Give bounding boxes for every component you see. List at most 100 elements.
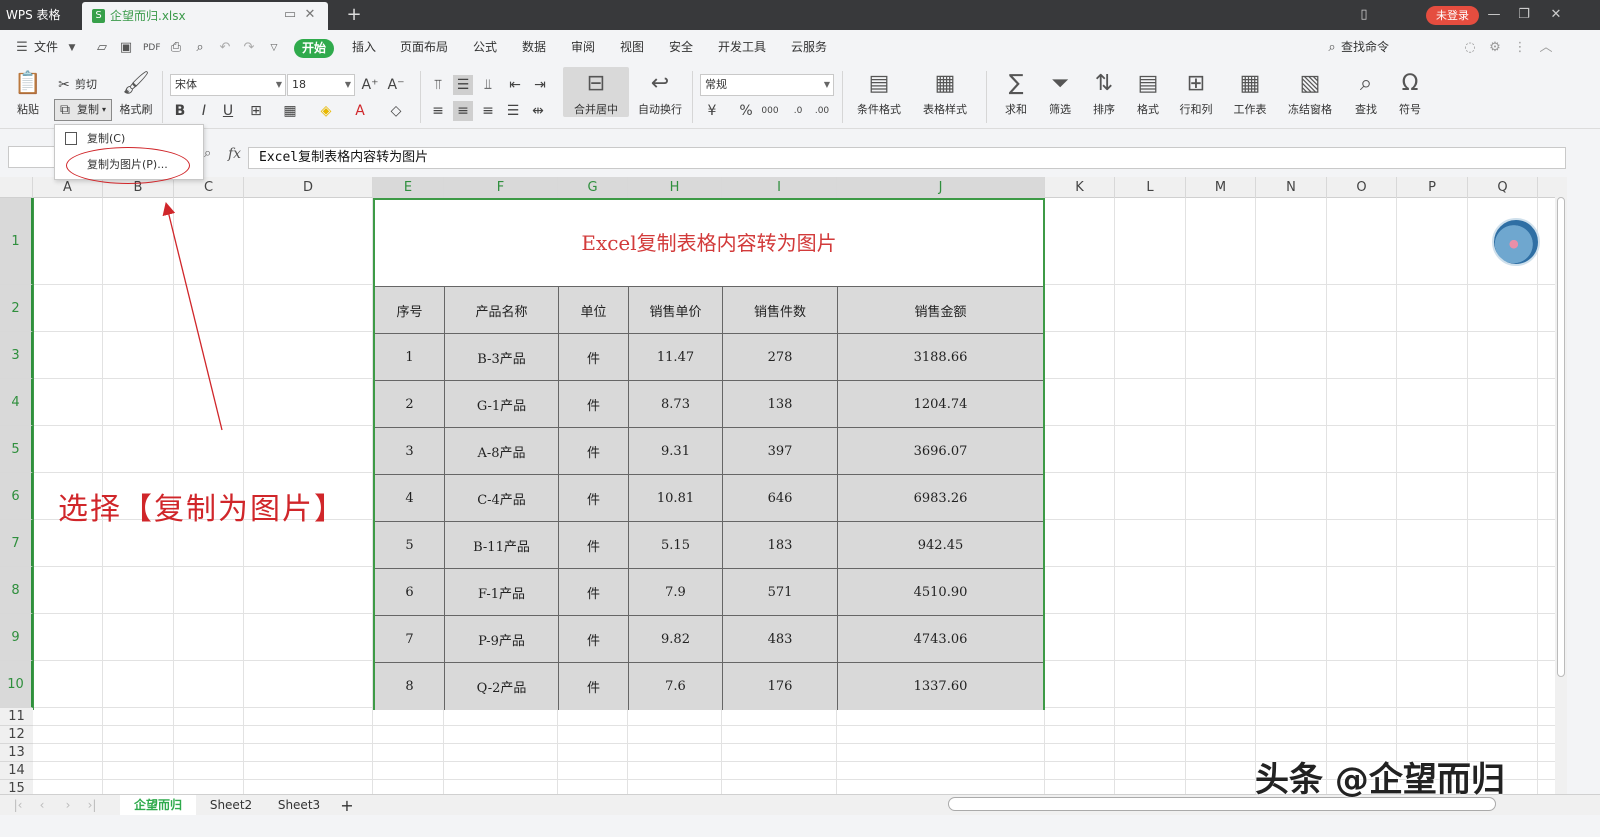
table-cell[interactable]: 件 xyxy=(559,663,629,710)
row-header-3[interactable]: 3 xyxy=(0,332,33,379)
table-cell[interactable]: A-8产品 xyxy=(445,428,559,475)
row-header-6[interactable]: 6 xyxy=(0,473,33,520)
row-header-1[interactable]: 1 xyxy=(0,198,33,285)
freeze-panes-button[interactable]: ▧ 冻结窗格 xyxy=(1280,67,1340,117)
font-color-icon[interactable]: A xyxy=(350,101,370,121)
table-cell[interactable]: 11.47 xyxy=(629,334,723,381)
row-column-button[interactable]: ⊞ 行和列 xyxy=(1172,67,1220,117)
column-header-p[interactable]: P xyxy=(1397,177,1468,198)
table-cell[interactable]: 8.73 xyxy=(629,381,723,428)
table-cell[interactable]: 138 xyxy=(723,381,838,428)
conditional-format-button[interactable]: ▤ 条件格式 xyxy=(848,67,910,117)
close-window-icon[interactable]: ✕ xyxy=(1544,0,1568,30)
new-tab-icon[interactable]: + xyxy=(344,0,364,30)
table-cell[interactable]: 9.82 xyxy=(629,616,723,663)
indent-decrease-icon[interactable]: ⇤ xyxy=(505,75,525,95)
tab-view[interactable]: 视图 xyxy=(620,30,644,65)
app-name[interactable]: WPS 表格 xyxy=(0,0,82,30)
table-cell[interactable]: 3 xyxy=(375,428,445,475)
fill-color-icon[interactable]: ◈ xyxy=(316,101,336,121)
table-header-cell[interactable]: 销售金额 xyxy=(838,287,1043,334)
tablet-mode-icon[interactable]: ▯ xyxy=(1352,0,1376,30)
column-header-j[interactable]: J xyxy=(837,177,1045,198)
column-header-k[interactable]: K xyxy=(1045,177,1115,198)
select-all-corner[interactable] xyxy=(0,177,33,198)
customize-toolbar-icon[interactable]: ▽ xyxy=(266,40,282,56)
column-header-c[interactable]: C xyxy=(174,177,244,198)
table-cell[interactable]: 1 xyxy=(375,334,445,381)
table-cell[interactable]: 4 xyxy=(375,475,445,522)
table-cell[interactable]: 5.15 xyxy=(629,522,723,569)
prev-sheet-icon[interactable]: ‹ xyxy=(34,795,50,816)
table-header-cell[interactable]: 序号 xyxy=(375,287,445,334)
print-preview-icon[interactable]: ⌕ xyxy=(192,40,208,56)
wrap-text-button[interactable]: ↩ 自动换行 xyxy=(634,67,686,117)
table-cell[interactable]: 4510.90 xyxy=(838,569,1043,616)
print-icon[interactable]: ⎙ xyxy=(168,40,184,56)
thousands-icon[interactable]: 000 xyxy=(760,101,780,121)
bold-icon[interactable]: B xyxy=(170,101,190,121)
tab-insert[interactable]: 插入 xyxy=(352,30,376,65)
table-cell[interactable]: 1337.60 xyxy=(838,663,1043,710)
table-style-button[interactable]: ▦ 表格样式 xyxy=(914,67,976,117)
table-cell[interactable]: 7.6 xyxy=(629,663,723,710)
increase-decimal-icon[interactable]: .0 xyxy=(788,101,808,121)
search-command[interactable]: 查找命令 xyxy=(1341,30,1389,65)
increase-font-icon[interactable]: A⁺ xyxy=(360,75,380,95)
align-right-icon[interactable]: ≡ xyxy=(478,101,498,121)
eraser-icon[interactable]: ◇ xyxy=(386,101,406,121)
align-center-icon[interactable]: ≡ xyxy=(453,101,473,121)
table-cell[interactable]: 183 xyxy=(723,522,838,569)
row-header-9[interactable]: 9 xyxy=(0,614,33,661)
sheet-tab[interactable]: Sheet3 xyxy=(266,795,332,816)
table-header-cell[interactable]: 产品名称 xyxy=(445,287,559,334)
tab-review[interactable]: 审阅 xyxy=(571,30,595,65)
sum-button[interactable]: ∑ 求和 xyxy=(996,67,1036,117)
column-header-m[interactable]: M xyxy=(1186,177,1256,198)
border-icon[interactable]: ⊞ xyxy=(246,101,266,121)
last-sheet-icon[interactable]: ›| xyxy=(84,795,100,816)
column-header-l[interactable]: L xyxy=(1115,177,1186,198)
column-header-h[interactable]: H xyxy=(628,177,722,198)
tab-security[interactable]: 安全 xyxy=(669,30,693,65)
table-cell[interactable]: 9.31 xyxy=(629,428,723,475)
save-icon[interactable]: ▣ xyxy=(118,40,134,56)
row-header-14[interactable]: 14 xyxy=(0,762,33,780)
table-cell[interactable]: 397 xyxy=(723,428,838,475)
data-table[interactable]: Excel复制表格内容转为图片 序号 产品名称 单位 销售单价 销售件数 销售金额 1 B-3… xyxy=(373,198,1045,710)
table-cell[interactable]: 646 xyxy=(723,475,838,522)
row-header-8[interactable]: 8 xyxy=(0,567,33,614)
file-tab[interactable]: S 企望而归.xlsx ▭ ✕ xyxy=(82,2,328,30)
table-cell[interactable]: 件 xyxy=(559,475,629,522)
indent-increase-icon[interactable]: ⇥ xyxy=(530,75,550,95)
collapse-ribbon-icon[interactable]: ︿ xyxy=(1538,40,1554,56)
table-cell[interactable]: 件 xyxy=(559,616,629,663)
table-cell[interactable]: C-4产品 xyxy=(445,475,559,522)
table-cell[interactable]: 件 xyxy=(559,428,629,475)
filter-button[interactable]: ⏷ 筛选 xyxy=(1040,67,1080,117)
tab-developer[interactable]: 开发工具 xyxy=(718,30,766,65)
redo-icon[interactable]: ↷ xyxy=(241,40,257,56)
table-cell[interactable]: 176 xyxy=(723,663,838,710)
font-name-select[interactable]: 宋体 ▼ xyxy=(170,74,286,96)
percent-icon[interactable]: % xyxy=(736,101,756,121)
tab-home[interactable]: 开始 xyxy=(294,39,335,58)
table-cell[interactable]: 8 xyxy=(375,663,445,710)
merge-center-button[interactable]: ⊟ 合并居中 xyxy=(563,67,629,117)
decrease-decimal-icon[interactable]: .00 xyxy=(812,101,832,121)
next-sheet-icon[interactable]: › xyxy=(60,795,76,816)
worksheet-button[interactable]: ▦ 工作表 xyxy=(1226,67,1274,117)
symbol-button[interactable]: Ω 符号 xyxy=(1390,67,1430,117)
format-painter-button[interactable]: 🖌 格式刷 xyxy=(116,67,156,117)
vertical-scrollbar[interactable] xyxy=(1555,177,1567,794)
table-cell[interactable]: 6 xyxy=(375,569,445,616)
window-mode-icon[interactable]: ▭ xyxy=(282,7,298,23)
table-title[interactable]: Excel复制表格内容转为图片 xyxy=(375,200,1043,287)
formula-input[interactable]: Excel复制表格内容转为图片 xyxy=(248,147,1566,169)
row-header-12[interactable]: 12 xyxy=(0,726,33,744)
table-cell[interactable]: 483 xyxy=(723,616,838,663)
row-header-10[interactable]: 10 xyxy=(0,661,33,708)
italic-icon[interactable]: I xyxy=(194,101,214,121)
scroll-thumb[interactable] xyxy=(1557,197,1565,677)
fill-pattern-icon[interactable]: ▦ xyxy=(280,101,300,121)
